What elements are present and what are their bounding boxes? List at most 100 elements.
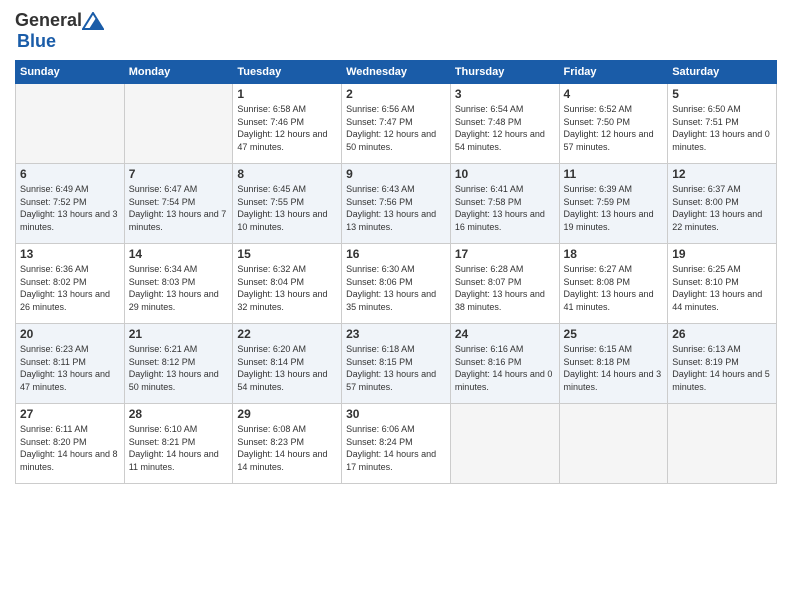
- day-number: 12: [672, 167, 772, 181]
- calendar-cell: [124, 84, 233, 164]
- calendar-cell: 6 Sunrise: 6:49 AM Sunset: 7:52 PM Daylig…: [16, 164, 125, 244]
- weekday-thursday: Thursday: [450, 61, 559, 84]
- calendar-cell: 8 Sunrise: 6:45 AM Sunset: 7:55 PM Daylig…: [233, 164, 342, 244]
- day-number: 22: [237, 327, 337, 341]
- day-number: 5: [672, 87, 772, 101]
- day-number: 11: [564, 167, 664, 181]
- day-info: Sunrise: 6:25 AM Sunset: 8:10 PM Dayligh…: [672, 263, 772, 313]
- calendar-cell: 26 Sunrise: 6:13 AM Sunset: 8:19 PM Dayli…: [668, 324, 777, 404]
- day-info: Sunrise: 6:06 AM Sunset: 8:24 PM Dayligh…: [346, 423, 446, 473]
- calendar-cell: 16Sunrise: 6:30 AM Sunset: 8:06 PM Dayli…: [342, 244, 451, 324]
- day-number: 28: [129, 407, 229, 421]
- calendar-cell: 11 Sunrise: 6:39 AM Sunset: 7:59 PM Dayli…: [559, 164, 668, 244]
- day-number: 14: [129, 247, 229, 261]
- week-row-4: 20 Sunrise: 6:23 AM Sunset: 8:11 PM Dayli…: [16, 324, 777, 404]
- day-info: Sunrise: 6:08 AM Sunset: 8:23 PM Dayligh…: [237, 423, 337, 473]
- day-info: Sunrise: 6:49 AM Sunset: 7:52 PM Dayligh…: [20, 183, 120, 233]
- day-info: Sunrise: 6:56 AM Sunset: 7:47 PM Dayligh…: [346, 103, 446, 153]
- weekday-sunday: Sunday: [16, 61, 125, 84]
- calendar-cell: 29 Sunrise: 6:08 AM Sunset: 8:23 PM Dayli…: [233, 404, 342, 484]
- calendar-cell: 3 Sunrise: 6:54 AM Sunset: 7:48 PM Daylig…: [450, 84, 559, 164]
- day-info: Sunrise: 6:27 AM Sunset: 8:08 PM Dayligh…: [564, 263, 664, 313]
- calendar-cell: 13Sunrise: 6:36 AM Sunset: 8:02 PM Dayli…: [16, 244, 125, 324]
- week-row-5: 27Sunrise: 6:11 AM Sunset: 8:20 PM Dayli…: [16, 404, 777, 484]
- day-info: Sunrise: 6:20 AM Sunset: 8:14 PM Dayligh…: [237, 343, 337, 393]
- calendar-cell: 18 Sunrise: 6:27 AM Sunset: 8:08 PM Dayli…: [559, 244, 668, 324]
- logo: GeneralBlue: [15, 10, 104, 52]
- day-info: Sunrise: 6:58 AM Sunset: 7:46 PM Dayligh…: [237, 103, 337, 153]
- day-info: Sunrise: 6:28 AM Sunset: 8:07 PM Dayligh…: [455, 263, 555, 313]
- calendar-cell: 28Sunrise: 6:10 AM Sunset: 8:21 PM Dayli…: [124, 404, 233, 484]
- calendar-cell: 21 Sunrise: 6:21 AM Sunset: 8:12 PM Dayli…: [124, 324, 233, 404]
- day-number: 18: [564, 247, 664, 261]
- calendar-cell: 24Sunrise: 6:16 AM Sunset: 8:16 PM Dayli…: [450, 324, 559, 404]
- day-number: 29: [237, 407, 337, 421]
- calendar-cell: 15 Sunrise: 6:32 AM Sunset: 8:04 PM Dayli…: [233, 244, 342, 324]
- day-number: 1: [237, 87, 337, 101]
- calendar-cell: 30 Sunrise: 6:06 AM Sunset: 8:24 PM Dayli…: [342, 404, 451, 484]
- calendar-cell: [559, 404, 668, 484]
- day-number: 15: [237, 247, 337, 261]
- day-number: 4: [564, 87, 664, 101]
- week-row-2: 6 Sunrise: 6:49 AM Sunset: 7:52 PM Daylig…: [16, 164, 777, 244]
- day-info: Sunrise: 6:52 AM Sunset: 7:50 PM Dayligh…: [564, 103, 664, 153]
- week-row-3: 13Sunrise: 6:36 AM Sunset: 8:02 PM Dayli…: [16, 244, 777, 324]
- day-number: 6: [20, 167, 120, 181]
- day-info: Sunrise: 6:43 AM Sunset: 7:56 PM Dayligh…: [346, 183, 446, 233]
- calendar-cell: 2 Sunrise: 6:56 AM Sunset: 7:47 PM Daylig…: [342, 84, 451, 164]
- day-number: 30: [346, 407, 446, 421]
- weekday-saturday: Saturday: [668, 61, 777, 84]
- calendar-cell: 7 Sunrise: 6:47 AM Sunset: 7:54 PM Daylig…: [124, 164, 233, 244]
- day-number: 8: [237, 167, 337, 181]
- calendar-cell: [16, 84, 125, 164]
- calendar-cell: 17Sunrise: 6:28 AM Sunset: 8:07 PM Dayli…: [450, 244, 559, 324]
- day-info: Sunrise: 6:39 AM Sunset: 7:59 PM Dayligh…: [564, 183, 664, 233]
- day-number: 10: [455, 167, 555, 181]
- day-info: Sunrise: 6:41 AM Sunset: 7:58 PM Dayligh…: [455, 183, 555, 233]
- day-number: 20: [20, 327, 120, 341]
- day-info: Sunrise: 6:50 AM Sunset: 7:51 PM Dayligh…: [672, 103, 772, 153]
- day-info: Sunrise: 6:36 AM Sunset: 8:02 PM Dayligh…: [20, 263, 120, 313]
- calendar-cell: [450, 404, 559, 484]
- calendar-cell: [668, 404, 777, 484]
- day-number: 2: [346, 87, 446, 101]
- day-number: 26: [672, 327, 772, 341]
- day-info: Sunrise: 6:34 AM Sunset: 8:03 PM Dayligh…: [129, 263, 229, 313]
- day-info: Sunrise: 6:18 AM Sunset: 8:15 PM Dayligh…: [346, 343, 446, 393]
- calendar: SundayMondayTuesdayWednesdayThursdayFrid…: [15, 60, 777, 484]
- calendar-cell: 9 Sunrise: 6:43 AM Sunset: 7:56 PM Daylig…: [342, 164, 451, 244]
- weekday-tuesday: Tuesday: [233, 61, 342, 84]
- calendar-cell: 25 Sunrise: 6:15 AM Sunset: 8:18 PM Dayli…: [559, 324, 668, 404]
- day-info: Sunrise: 6:54 AM Sunset: 7:48 PM Dayligh…: [455, 103, 555, 153]
- calendar-cell: 10 Sunrise: 6:41 AM Sunset: 7:58 PM Dayli…: [450, 164, 559, 244]
- day-info: Sunrise: 6:32 AM Sunset: 8:04 PM Dayligh…: [237, 263, 337, 313]
- day-info: Sunrise: 6:16 AM Sunset: 8:16 PM Dayligh…: [455, 343, 555, 393]
- calendar-cell: 12 Sunrise: 6:37 AM Sunset: 8:00 PM Dayli…: [668, 164, 777, 244]
- weekday-monday: Monday: [124, 61, 233, 84]
- week-row-1: 1 Sunrise: 6:58 AM Sunset: 7:46 PM Daylig…: [16, 84, 777, 164]
- day-number: 7: [129, 167, 229, 181]
- day-info: Sunrise: 6:30 AM Sunset: 8:06 PM Dayligh…: [346, 263, 446, 313]
- day-number: 25: [564, 327, 664, 341]
- calendar-cell: 5 Sunrise: 6:50 AM Sunset: 7:51 PM Daylig…: [668, 84, 777, 164]
- day-info: Sunrise: 6:23 AM Sunset: 8:11 PM Dayligh…: [20, 343, 120, 393]
- day-info: Sunrise: 6:45 AM Sunset: 7:55 PM Dayligh…: [237, 183, 337, 233]
- calendar-cell: 14 Sunrise: 6:34 AM Sunset: 8:03 PM Dayli…: [124, 244, 233, 324]
- calendar-cell: 1 Sunrise: 6:58 AM Sunset: 7:46 PM Daylig…: [233, 84, 342, 164]
- day-number: 3: [455, 87, 555, 101]
- day-info: Sunrise: 6:15 AM Sunset: 8:18 PM Dayligh…: [564, 343, 664, 393]
- calendar-cell: 22 Sunrise: 6:20 AM Sunset: 8:14 PM Dayli…: [233, 324, 342, 404]
- day-number: 21: [129, 327, 229, 341]
- day-number: 27: [20, 407, 120, 421]
- calendar-cell: 23Sunrise: 6:18 AM Sunset: 8:15 PM Dayli…: [342, 324, 451, 404]
- day-info: Sunrise: 6:21 AM Sunset: 8:12 PM Dayligh…: [129, 343, 229, 393]
- header: GeneralBlue: [15, 10, 777, 52]
- calendar-cell: 19 Sunrise: 6:25 AM Sunset: 8:10 PM Dayli…: [668, 244, 777, 324]
- day-number: 19: [672, 247, 772, 261]
- day-number: 9: [346, 167, 446, 181]
- weekday-friday: Friday: [559, 61, 668, 84]
- day-info: Sunrise: 6:13 AM Sunset: 8:19 PM Dayligh…: [672, 343, 772, 393]
- day-info: Sunrise: 6:47 AM Sunset: 7:54 PM Dayligh…: [129, 183, 229, 233]
- day-info: Sunrise: 6:37 AM Sunset: 8:00 PM Dayligh…: [672, 183, 772, 233]
- calendar-cell: 20 Sunrise: 6:23 AM Sunset: 8:11 PM Dayli…: [16, 324, 125, 404]
